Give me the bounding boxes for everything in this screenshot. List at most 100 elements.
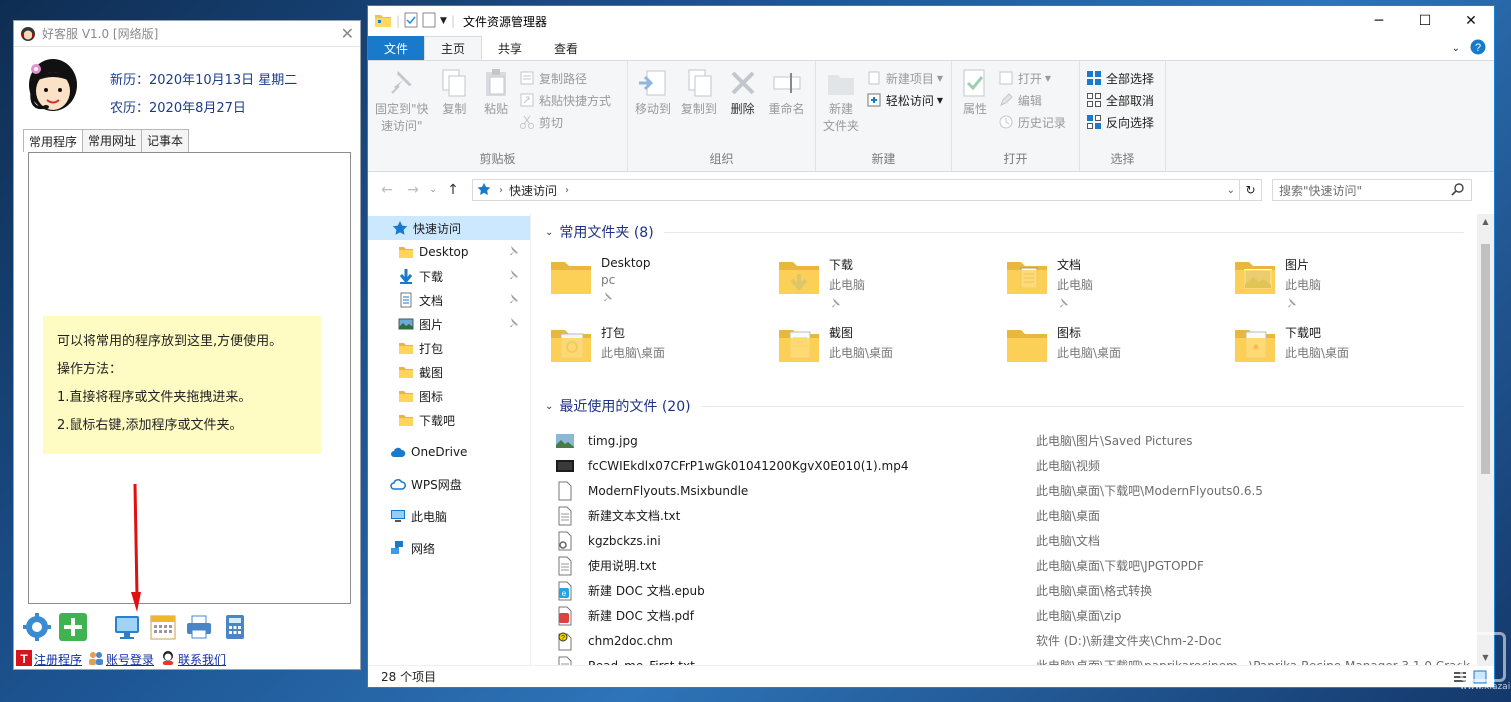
copy-path-button[interactable]: 复制路径 (519, 67, 611, 89)
folder-tile[interactable]: 打包 此电脑\桌面 (547, 318, 775, 378)
open-button[interactable]: 打开 ▼ (998, 67, 1066, 89)
nav-network[interactable]: 网络 (368, 536, 530, 560)
folder-tile[interactable]: 图片 此电脑 (1231, 250, 1459, 310)
nav-item[interactable]: 下载吧 (368, 408, 530, 432)
edit-button[interactable]: 编辑 (998, 89, 1066, 111)
chevron-down-icon[interactable]: ⌄ (1452, 43, 1460, 54)
tab-share[interactable]: 共享 (482, 36, 538, 60)
scroll-up-icon[interactable]: ▲ (1477, 217, 1494, 226)
search-icon (1451, 182, 1465, 199)
breadcrumb-separator-icon[interactable]: › (499, 185, 503, 196)
search-input[interactable]: 搜索"快速访问" (1272, 179, 1472, 201)
new-folder-button[interactable]: 新建 文件夹 (820, 65, 862, 137)
chevron-down-icon[interactable]: ⌄ (545, 227, 553, 238)
recent-file-row[interactable]: e 新建 DOC 文档.epub 此电脑\桌面\格式转换 (545, 578, 1494, 603)
history-button[interactable]: 历史记录 (998, 111, 1066, 133)
login-link[interactable]: 账号登录 (88, 650, 154, 669)
pin-icon[interactable] (507, 245, 519, 257)
frequent-folders-header[interactable]: ⌄ 常用文件夹 (8) (545, 218, 1494, 246)
nav-item[interactable]: Desktop (368, 240, 530, 264)
close-icon[interactable]: ✕ (1448, 6, 1494, 36)
breadcrumb-quick-access[interactable]: 快速访问 (509, 182, 557, 199)
rename-button[interactable]: 重命名 (766, 65, 808, 120)
back-arrow-icon[interactable]: ← (374, 182, 400, 198)
nav-item[interactable]: 截图 (368, 360, 530, 384)
paste-shortcut-button[interactable]: 粘贴快捷方式 (519, 89, 611, 111)
calculator-icon[interactable] (220, 612, 250, 642)
refresh-icon[interactable]: ↻ (1240, 179, 1262, 201)
nav-item[interactable]: 文档 (368, 288, 530, 312)
properties-icon[interactable] (404, 12, 418, 31)
nav-item[interactable]: 下载 (368, 264, 530, 288)
recent-file-row[interactable]: ? chm2doc.chm 软件 (D:)\新建文件夹\Chm-2-Doc (545, 628, 1494, 653)
folder-tile[interactable]: 下载 此电脑 (775, 250, 1003, 310)
recent-file-row[interactable]: timg.jpg 此电脑\图片\Saved Pictures (545, 428, 1494, 453)
folder-tile[interactable]: 截图 此电脑\桌面 (775, 318, 1003, 378)
nav-item[interactable]: 图片 (368, 312, 530, 336)
maximize-icon[interactable]: ☐ (1402, 6, 1448, 36)
tab-file[interactable]: 文件 (368, 36, 425, 60)
printer-icon[interactable] (184, 612, 214, 642)
up-arrow-icon[interactable]: ↑ (440, 182, 466, 198)
gear-icon[interactable] (22, 612, 52, 642)
recent-file-row[interactable]: Read_me_First.txt 此电脑\桌面\下载吧\paprikareci… (545, 653, 1494, 665)
vertical-scrollbar[interactable]: ▲ ▼ (1477, 214, 1494, 665)
folder-tile[interactable]: Desktop pc (547, 250, 775, 310)
cut-button[interactable]: 剪切 (519, 111, 611, 133)
recent-file-row[interactable]: fcCWIEkdlx07CFrP1wGk01041200KgvX0E010(1)… (545, 453, 1494, 478)
easy-access-button[interactable]: 轻松访问 ▼ (866, 89, 943, 111)
pin-icon[interactable] (507, 269, 519, 281)
pin-quick-access-button[interactable]: 固定到"快 速访问" (372, 65, 432, 137)
select-none-button[interactable]: 全部取消 (1086, 89, 1154, 111)
recent-file-row[interactable]: ModernFlyouts.Msixbundle 此电脑\桌面\下载吧\Mode… (545, 478, 1494, 503)
contact-link[interactable]: 联系我们 (160, 650, 226, 669)
delete-button[interactable]: 删除 (724, 65, 762, 120)
qat-dropdown-icon[interactable]: ▼ (440, 16, 447, 26)
close-icon[interactable]: ✕ (341, 24, 354, 43)
scrollbar-thumb[interactable] (1481, 244, 1490, 474)
forward-arrow-icon[interactable]: → (400, 182, 426, 198)
tab-programs[interactable]: 常用程序 (23, 129, 84, 152)
minimize-icon[interactable]: ─ (1356, 6, 1402, 36)
pin-icon[interactable] (507, 293, 519, 305)
select-all-button[interactable]: 全部选择 (1086, 67, 1154, 89)
tab-notepad[interactable]: 记事本 (141, 129, 190, 152)
address-dropdown-icon[interactable]: ⌄ (1227, 185, 1235, 196)
nav-quick-access[interactable]: 快速访问 (368, 216, 530, 240)
add-icon[interactable] (58, 612, 88, 642)
paste-button[interactable]: 粘贴 (477, 65, 515, 120)
address-bar[interactable]: › 快速访问 › ⌄ (472, 179, 1240, 201)
properties-button[interactable]: 属性 (956, 65, 994, 120)
nav-this-pc[interactable]: 此电脑 (368, 504, 530, 528)
chevron-down-icon[interactable]: ⌄ (545, 401, 553, 412)
nav-item[interactable]: 打包 (368, 336, 530, 360)
tab-websites[interactable]: 常用网址 (82, 129, 143, 152)
nav-wps[interactable]: WPS网盘 (368, 472, 530, 496)
folder-tile[interactable]: 图标 此电脑\桌面 (1003, 318, 1231, 378)
copy-button[interactable]: 复制 (435, 65, 473, 120)
recent-file-row[interactable]: 新建 DOC 文档.pdf 此电脑\桌面\zip (545, 603, 1494, 628)
nav-item[interactable]: 图标 (368, 384, 530, 408)
recent-file-row[interactable]: 新建文本文档.txt 此电脑\桌面 (545, 503, 1494, 528)
recent-file-row[interactable]: 使用说明.txt 此电脑\桌面\下载吧\JPGTOPDF (545, 553, 1494, 578)
register-link[interactable]: T 注册程序 (16, 650, 82, 669)
recent-file-row[interactable]: kgzbckzs.ini 此电脑\文档 (545, 528, 1494, 553)
new-item-button[interactable]: 新建项目 ▼ (866, 67, 943, 89)
calendar-icon[interactable] (148, 612, 178, 642)
recent-locations-icon[interactable]: ⌄ (426, 185, 440, 195)
move-to-button[interactable]: 移动到 (632, 65, 674, 120)
invert-selection-button[interactable]: 反向选择 (1086, 111, 1154, 133)
new-file-icon[interactable] (422, 12, 436, 31)
recent-files-header[interactable]: ⌄ 最近使用的文件 (20) (545, 392, 1494, 420)
folder-tile[interactable]: 下载吧 此电脑\桌面 (1231, 318, 1459, 378)
help-icon[interactable]: ? (1470, 39, 1486, 58)
pin-icon[interactable] (507, 317, 519, 329)
tab-home[interactable]: 主页 (424, 36, 483, 60)
nav-onedrive[interactable]: OneDrive (368, 440, 530, 464)
copy-to-button[interactable]: 复制到 (678, 65, 720, 120)
breadcrumb-separator-icon[interactable]: › (565, 185, 569, 196)
programs-panel[interactable]: 可以将常用的程序放到这里,方便使用。 操作方法： 1.直接将程序或文件夹拖拽进来… (28, 152, 351, 604)
tab-view[interactable]: 查看 (538, 36, 594, 60)
monitor-icon[interactable] (112, 612, 142, 642)
folder-tile[interactable]: 文档 此电脑 (1003, 250, 1231, 310)
